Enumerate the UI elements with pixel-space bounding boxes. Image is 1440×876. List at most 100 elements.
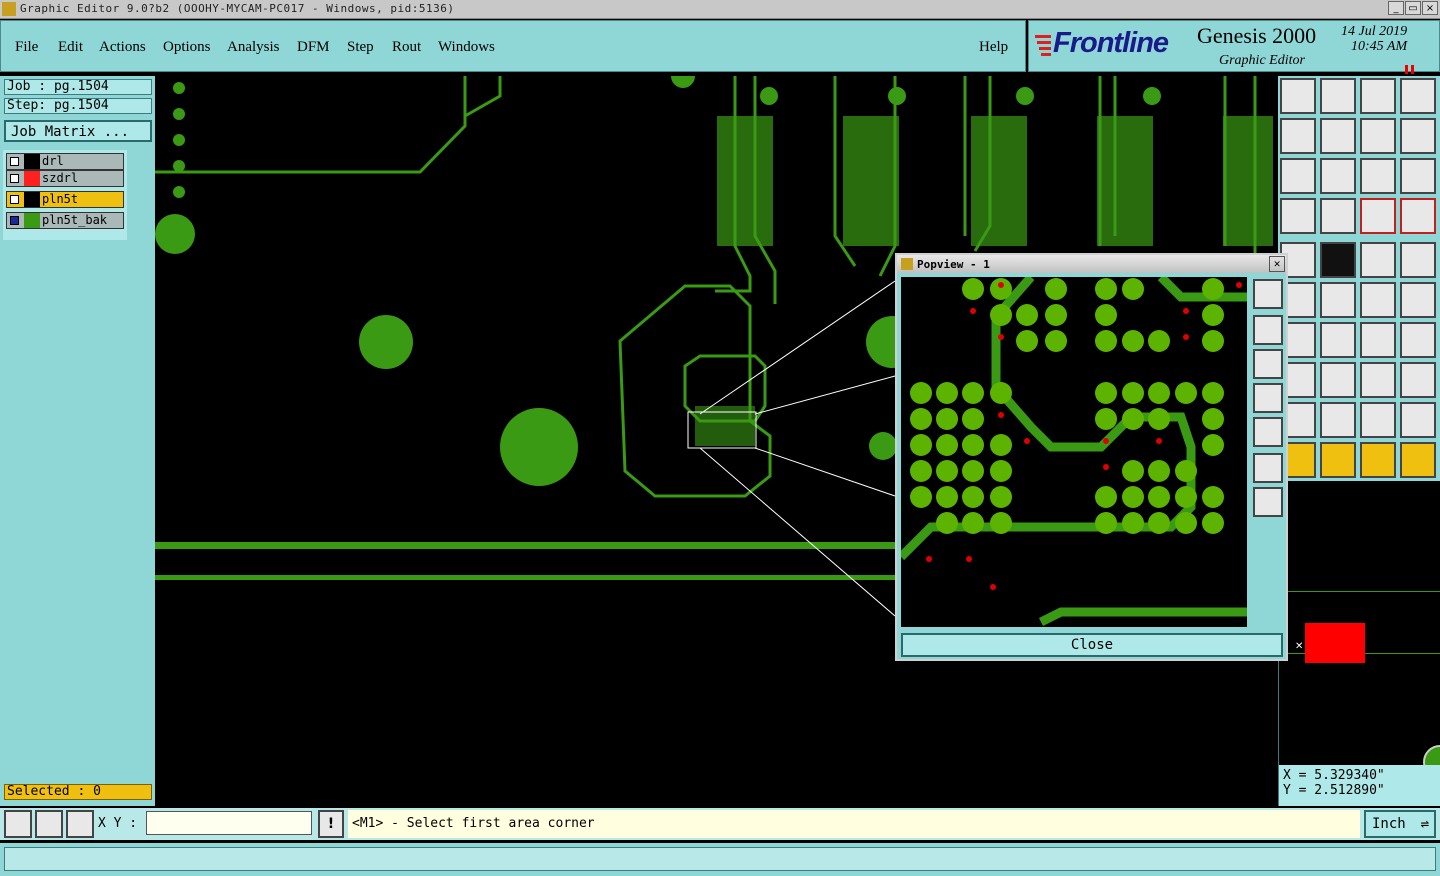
layer-checkbox[interactable] xyxy=(10,195,19,204)
menu-options[interactable]: Options xyxy=(163,39,211,56)
tool-center-icon[interactable] xyxy=(1320,158,1356,194)
frontline-logo-icon xyxy=(1035,33,1051,57)
selected-count: Selected : 0 xyxy=(4,784,152,800)
menu-analysis[interactable]: Analysis xyxy=(227,39,280,56)
layer-szdrl[interactable]: szdrl xyxy=(6,170,124,187)
popview-close-button[interactable]: Close xyxy=(901,633,1283,657)
tool-rotate-icon[interactable] xyxy=(1360,322,1396,358)
overview-close-icon[interactable]: ✕ xyxy=(1295,641,1303,652)
menu-file[interactable]: File xyxy=(15,39,38,56)
layer-color-swatch xyxy=(24,154,40,169)
popview-tool-right-icon[interactable] xyxy=(1253,417,1283,447)
tool-left-icon[interactable] xyxy=(1280,118,1316,154)
tool-triangle3-icon[interactable] xyxy=(1360,402,1396,438)
layer-name: drl xyxy=(42,154,64,168)
tool-help-icon[interactable] xyxy=(1400,158,1436,194)
tool-settings-icon[interactable] xyxy=(1280,198,1316,234)
tool-home-icon[interactable] xyxy=(1280,78,1316,114)
tool-pointer4-icon[interactable] xyxy=(1400,442,1436,478)
popview-tool-zoom-icon[interactable] xyxy=(1253,279,1283,309)
coord-y: Y = 2.512890" xyxy=(1283,783,1385,798)
status-angle-icon[interactable] xyxy=(35,810,63,838)
pause-icon xyxy=(1405,59,1415,74)
layer-color-swatch xyxy=(24,192,40,207)
popview-tool-center-icon[interactable] xyxy=(1253,487,1283,517)
tool-zigzag-icon[interactable] xyxy=(1400,118,1436,154)
xy-input[interactable] xyxy=(146,811,312,835)
status-grid-icon[interactable] xyxy=(66,810,94,838)
tool-dim-icon[interactable] xyxy=(1360,362,1396,398)
tool-measure-icon[interactable] xyxy=(1320,242,1356,278)
layer-checkbox[interactable] xyxy=(10,174,19,183)
tool-down-icon[interactable] xyxy=(1320,78,1356,114)
minimize-button[interactable]: _ xyxy=(1388,1,1404,15)
menu-dfm[interactable]: DFM xyxy=(297,39,330,56)
tool-undo-icon[interactable] xyxy=(1360,118,1396,154)
coord-x: X = 5.329340" xyxy=(1283,768,1385,783)
tool-cross-icon[interactable] xyxy=(1320,282,1356,318)
tool-group-icon[interactable] xyxy=(1400,362,1436,398)
tool-triangle2-icon[interactable] xyxy=(1320,402,1356,438)
tool-right-icon[interactable] xyxy=(1320,118,1356,154)
tool-grid-icon[interactable] xyxy=(1320,198,1356,234)
tool-scale-icon[interactable] xyxy=(1360,158,1396,194)
tool-pad-icon[interactable] xyxy=(1400,242,1436,278)
menu-actions[interactable]: Actions xyxy=(99,39,146,56)
menu-edit[interactable]: Edit xyxy=(58,39,83,56)
layer-color-swatch xyxy=(24,213,40,228)
time-display: 10:45 AM xyxy=(1351,39,1408,54)
status-bar: X Y : ! <M1> - Select first area corner … xyxy=(0,808,1440,840)
tool-house-icon[interactable] xyxy=(1360,78,1396,114)
message-field xyxy=(4,847,1436,871)
layer-name: pln5t_bak xyxy=(42,213,108,227)
layer-checkbox[interactable] xyxy=(10,157,19,166)
menu-step[interactable]: Step xyxy=(347,39,374,56)
tool-fit-icon[interactable] xyxy=(1280,158,1316,194)
menu-rout[interactable]: Rout xyxy=(392,39,421,56)
tool-line-icon[interactable] xyxy=(1360,282,1396,318)
popview-tool-down-icon[interactable] xyxy=(1253,349,1283,379)
status-prompt: <M1> - Select first area corner xyxy=(348,810,1360,838)
overview-map[interactable]: ✕ X = 5.329340" Y = 2.512890" xyxy=(1278,483,1440,806)
coordinates-display: X = 5.329340" Y = 2.512890" xyxy=(1279,765,1440,806)
tool-triangle4-icon[interactable] xyxy=(1400,402,1436,438)
popview-close-icon[interactable]: ✕ xyxy=(1269,256,1285,272)
overview-viewport[interactable] xyxy=(1305,623,1365,663)
tool-window-icon[interactable] xyxy=(1400,78,1436,114)
popview-titlebar: Popview - 1 ✕ xyxy=(897,255,1286,273)
job-matrix-button[interactable]: Job Matrix ... xyxy=(4,120,152,142)
tool-palette xyxy=(1278,76,1440,481)
popview-tool-fit-icon[interactable] xyxy=(1253,453,1283,483)
exclamation-icon[interactable]: ! xyxy=(318,810,344,838)
units-selector[interactable]: Inch ⇌ xyxy=(1364,810,1436,838)
layer-pln5t-bak[interactable]: pln5t_bak xyxy=(6,212,124,229)
app-icon xyxy=(2,2,16,16)
tool-text-icon[interactable] xyxy=(1400,322,1436,358)
tool-snap2-icon[interactable] xyxy=(1400,198,1436,234)
tool-pointer2-icon[interactable] xyxy=(1320,442,1356,478)
layer-pln5t[interactable]: pln5t xyxy=(6,191,124,208)
maximize-button[interactable]: ▭ xyxy=(1405,1,1421,15)
popview-tool-up-icon[interactable] xyxy=(1253,315,1283,345)
tool-diagonal-icon[interactable] xyxy=(1320,322,1356,358)
close-window-button[interactable]: × xyxy=(1422,1,1438,15)
bottom-bar xyxy=(0,843,1440,876)
menu-help[interactable]: Help xyxy=(979,39,1008,56)
tool-snap-icon[interactable] xyxy=(1360,198,1396,234)
step-label: Step: pg.1504 xyxy=(4,98,152,114)
tool-arc-icon[interactable] xyxy=(1400,282,1436,318)
window-title: Graphic Editor 9.0?b2 (OOOHY-MYCAM-PC017… xyxy=(20,2,455,15)
popview-tool-left-icon[interactable] xyxy=(1253,383,1283,413)
units-value: Inch xyxy=(1372,816,1406,832)
brand-logo: Frontline xyxy=(1053,27,1169,59)
layer-drl[interactable]: drl xyxy=(6,153,124,170)
tool-ruler-icon[interactable] xyxy=(1360,242,1396,278)
tool-minus-icon[interactable] xyxy=(1320,362,1356,398)
menu-windows[interactable]: Windows xyxy=(438,39,495,56)
tool-pointer3-icon[interactable] xyxy=(1360,442,1396,478)
layer-color-swatch xyxy=(24,171,40,186)
menu-bar: File Edit Actions Options Analysis DFM S… xyxy=(0,20,1026,72)
popview-canvas[interactable] xyxy=(901,277,1247,627)
layer-checkbox[interactable] xyxy=(10,216,19,225)
status-zoom-icon[interactable] xyxy=(4,810,32,838)
